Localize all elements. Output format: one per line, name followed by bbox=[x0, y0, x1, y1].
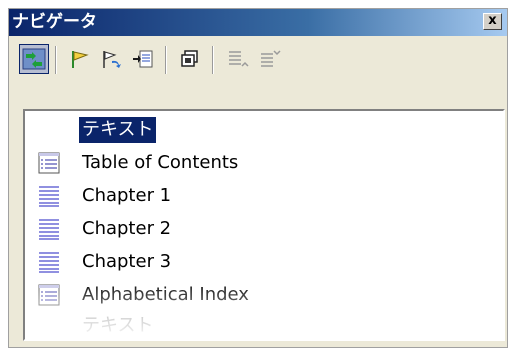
set-reminder-button[interactable] bbox=[65, 44, 95, 74]
window-title: ナビゲータ bbox=[12, 12, 97, 32]
alphabetical-index-icon bbox=[38, 284, 60, 306]
flag-icon bbox=[72, 51, 89, 68]
go-to-reminder-button[interactable] bbox=[97, 44, 127, 74]
tree-item-label: Chapter 2 bbox=[82, 218, 172, 239]
promote-level-icon bbox=[229, 51, 249, 67]
drag-mode-button[interactable] bbox=[175, 44, 205, 74]
demote-level-button[interactable] bbox=[255, 44, 285, 74]
tree-item-label: Alphabetical Index bbox=[82, 284, 249, 305]
toggle-button[interactable] bbox=[19, 44, 49, 74]
insert-arrow-icon bbox=[133, 50, 153, 68]
navigator-tree[interactable]: テキスト Table of Contents Chapter 1 Chapter… bbox=[23, 109, 505, 341]
tree-item-label: テキスト bbox=[82, 315, 154, 336]
table-of-contents-icon bbox=[38, 152, 60, 174]
chapter-icon bbox=[39, 252, 59, 273]
chapter-icon bbox=[39, 219, 59, 240]
demote-level-icon bbox=[261, 50, 281, 67]
promote-level-button[interactable] bbox=[223, 44, 253, 74]
title-bar[interactable]: ナビゲータ x bbox=[9, 9, 507, 36]
tree-item-label: Chapter 1 bbox=[82, 185, 172, 206]
tree-item-label: テキスト bbox=[79, 117, 157, 143]
chapter-icon bbox=[39, 186, 59, 207]
drag-mode-icon bbox=[181, 50, 198, 67]
toolbar bbox=[15, 42, 503, 78]
insert-button[interactable] bbox=[128, 44, 158, 74]
close-button[interactable]: x bbox=[483, 13, 502, 30]
tree-item-label: Chapter 3 bbox=[82, 251, 172, 272]
navigator-toggle-icon bbox=[22, 48, 46, 70]
flag-arrow-icon bbox=[103, 51, 121, 68]
tree-item-label: Table of Contents bbox=[82, 152, 239, 173]
